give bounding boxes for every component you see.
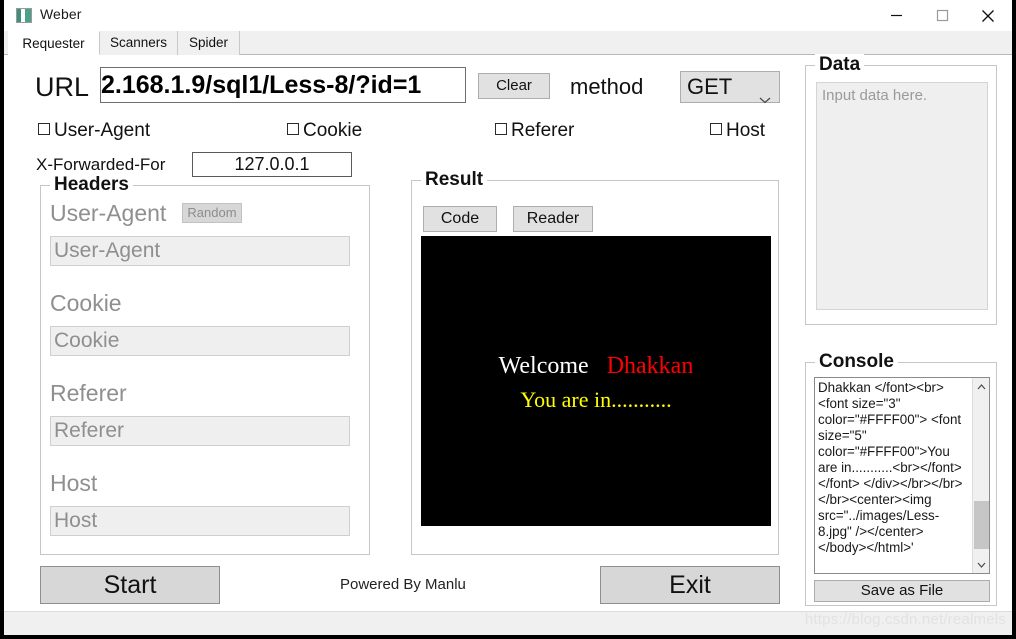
random-user-agent-button[interactable]: Random: [182, 203, 242, 223]
headers-group: Headers User-Agent Random User-Agent Coo…: [40, 174, 370, 555]
checkbox-host[interactable]: Host: [710, 120, 765, 142]
tab-spider[interactable]: Spider: [178, 31, 240, 55]
chevron-down-icon: [759, 82, 771, 112]
console-scrollbar-thumb[interactable]: [974, 501, 989, 549]
weber-application-window: Weber Requester Scanners Spider URL 2.16…: [0, 0, 1016, 639]
checkbox-cookie[interactable]: Cookie: [287, 120, 362, 142]
scroll-down-icon[interactable]: [973, 556, 989, 573]
method-select[interactable]: GET: [680, 71, 780, 104]
header-label-referer: Referer: [50, 380, 127, 406]
url-input[interactable]: 2.168.1.9/sql1/Less-8/?id=1: [100, 67, 466, 103]
headers-legend: Headers: [50, 174, 133, 196]
close-icon[interactable]: [965, 0, 1011, 31]
result-legend: Result: [421, 169, 488, 191]
checkbox-user-agent[interactable]: User-Agent: [38, 120, 150, 142]
method-select-value: GET: [687, 74, 733, 99]
watermark-text: https://blog.csdn.net/realmels: [804, 611, 1006, 628]
checkbox-referer-label: Referer: [511, 120, 575, 141]
checkbox-user-agent-box[interactable]: [38, 123, 50, 135]
url-input-value: 2.168.1.9/sql1/Less-8/?id=1: [101, 71, 422, 99]
data-legend: Data: [815, 54, 865, 76]
header-label-user-agent: User-Agent: [50, 200, 167, 226]
result-welcome-text: Welcome: [498, 353, 589, 379]
console-legend: Console: [815, 351, 898, 373]
title-bar: Weber: [4, 0, 1012, 32]
console-scrollbar[interactable]: [972, 378, 989, 573]
tab-scanners[interactable]: Scanners: [100, 31, 178, 55]
result-line-2: You are in...........: [520, 387, 672, 412]
tab-requester[interactable]: Requester: [8, 31, 100, 55]
header-input-host[interactable]: Host: [50, 506, 350, 536]
maximize-icon[interactable]: [919, 0, 965, 31]
minimize-icon[interactable]: [873, 0, 919, 31]
tab-strip: Requester Scanners Spider: [4, 31, 1012, 55]
method-label: method: [570, 74, 644, 99]
tab-spider-label: Spider: [188, 35, 229, 50]
header-input-user-agent[interactable]: User-Agent: [50, 236, 350, 266]
scroll-up-icon[interactable]: [973, 378, 989, 395]
powered-by-label: Powered By Manlu: [340, 576, 466, 593]
url-label: URL: [35, 72, 90, 102]
exit-button[interactable]: Exit: [600, 566, 780, 604]
console-output[interactable]: Dhakkan </font><br><font size="3" color=…: [814, 377, 990, 574]
header-input-cookie[interactable]: Cookie: [50, 326, 350, 356]
header-label-host: Host: [50, 470, 98, 496]
result-code-button[interactable]: Code: [423, 206, 497, 232]
window-title: Weber: [40, 6, 82, 22]
tab-scanners-label: Scanners: [109, 35, 168, 50]
checkbox-host-box[interactable]: [710, 123, 722, 135]
result-render-view: Welcome Dhakkan You are in...........: [421, 236, 771, 526]
checkbox-cookie-label: Cookie: [303, 120, 363, 141]
console-group: Console Dhakkan </font><br><font size="3…: [805, 351, 997, 606]
console-output-text: Dhakkan </font><br><font size="3" color=…: [818, 380, 963, 573]
data-textarea[interactable]: Input data here.: [816, 82, 988, 310]
result-group: Result Code Reader Welcome Dhakkan You ar…: [411, 169, 779, 555]
header-input-referer[interactable]: Referer: [50, 416, 350, 446]
tab-requester-label: Requester: [22, 36, 85, 51]
checkbox-host-label: Host: [726, 120, 766, 141]
checkbox-referer-box[interactable]: [495, 123, 507, 135]
result-username-text: Dhakkan: [606, 353, 694, 379]
result-line-1: Welcome Dhakkan: [421, 353, 771, 380]
x-forwarded-for-input[interactable]: 127.0.0.1: [192, 152, 352, 177]
save-as-file-button[interactable]: Save as File: [814, 580, 990, 602]
clear-button[interactable]: Clear: [478, 73, 550, 99]
app-icon: [16, 8, 32, 23]
checkbox-cookie-box[interactable]: [287, 123, 299, 135]
header-label-cookie: Cookie: [50, 290, 122, 316]
checkbox-user-agent-label: User-Agent: [54, 120, 151, 141]
start-button[interactable]: Start: [40, 566, 220, 604]
checkbox-referer[interactable]: Referer: [495, 120, 574, 142]
data-group: Data Input data here.: [805, 54, 997, 325]
result-reader-button[interactable]: Reader: [513, 206, 593, 232]
x-forwarded-for-label: X-Forwarded-For: [36, 155, 166, 174]
